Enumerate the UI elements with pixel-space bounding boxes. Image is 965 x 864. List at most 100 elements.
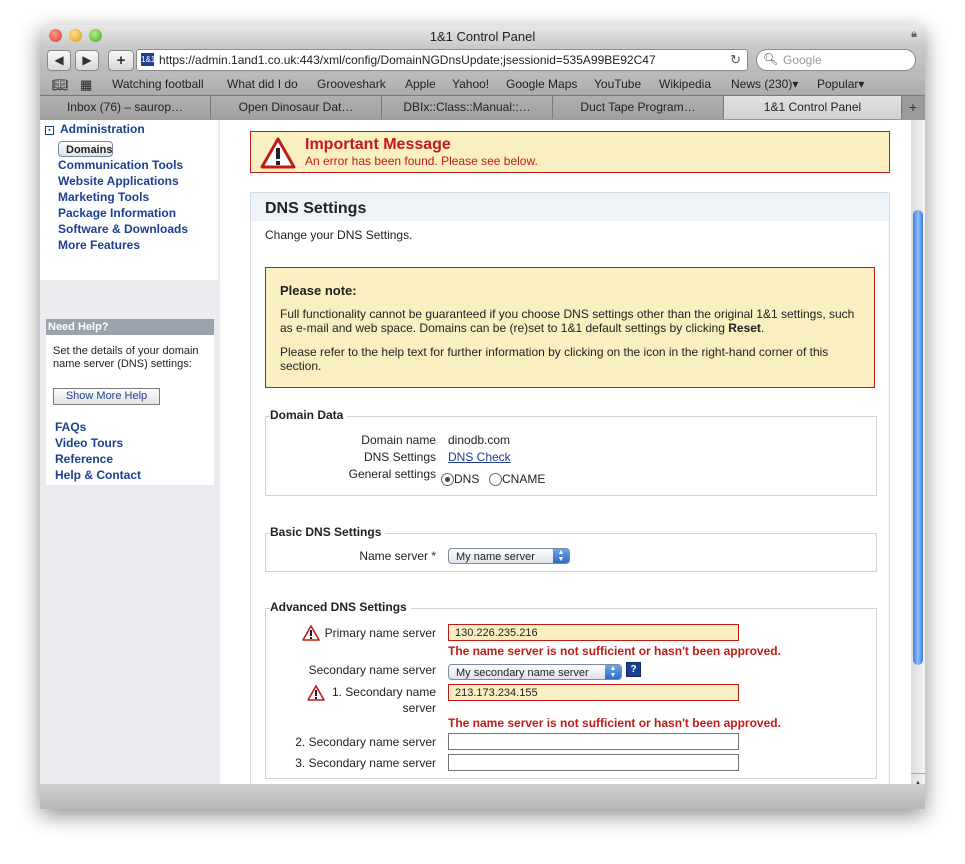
secondary-ns-1-input[interactable]: 213.173.234.155 [448,684,739,701]
admin-label: Administration [60,122,145,136]
bookmark-item[interactable]: Watching football [112,77,204,91]
important-title: Important Message [305,136,451,153]
help-link-help-contact[interactable]: Help & Contact [55,467,141,483]
browser-toolbar: ◀ ▶ + 1&1 https://admin.1and1.co.uk:443/… [40,47,925,73]
search-field[interactable]: 🔍︎ Google [756,49,916,71]
sidebar-item-software-downloads[interactable]: Software & Downloads [58,221,188,237]
site-favicon: 1&1 [141,53,156,66]
sidebar-item-more-features[interactable]: More Features [58,237,188,253]
browser-window: 1&1 Control Panel 🔒︎ ◀ ▶ + 1&1 https://a… [40,25,925,809]
domain-data-section: Domain Data Domain name dinodb.com DNS S… [265,408,877,496]
name-server-label: Name server * [359,549,436,563]
help-icon[interactable]: ? [626,662,641,677]
tab-control-panel[interactable]: 1&1 Control Panel [724,96,902,119]
bookmark-item[interactable]: Apple [405,77,436,91]
grid-icon[interactable]: ▦ [80,77,92,93]
note-text: Full functionality cannot be guaranteed … [280,307,855,335]
name-server-value: My name server [456,551,535,563]
section-title: Basic DNS Settings [270,525,386,539]
url-text: https://admin.1and1.co.uk:443/xml/config… [159,53,656,67]
primary-ns-error: The name server is not sufficient or has… [448,644,781,658]
tab-inbox[interactable]: Inbox (76) – saurop… [40,96,211,119]
admin-link[interactable]: ▪ Administration [45,122,145,136]
dns-radio[interactable] [441,473,454,486]
bookmark-item[interactable]: YouTube [594,77,641,91]
help-link-faqs[interactable]: FAQs [55,419,141,435]
secondary-ns-3-input[interactable] [448,754,739,771]
show-more-help-button[interactable]: Show More Help [53,388,160,405]
tab-dbix-class[interactable]: DBIx::Class::Manual::… [382,96,553,119]
sidebar-item-package-information[interactable]: Package Information [58,205,188,221]
help-links: FAQs Video Tours Reference Help & Contac… [55,419,141,483]
open-book-icon[interactable]: 📖︎ [52,77,69,93]
dns-radio-label: DNS [454,472,480,486]
sidebar-item-website-applications[interactable]: Website Applications [58,173,188,189]
domain-name-value: dinodb.com [448,433,511,447]
help-link-reference[interactable]: Reference [55,451,141,467]
search-placeholder: Google [783,53,822,67]
sidebar-item-domains[interactable]: Domains [58,141,114,157]
primary-ns-label: Primary name server [324,626,436,640]
cname-radio-label: CNAME [502,472,546,486]
bookmark-item[interactable]: Yahoo! [452,77,489,91]
dropdown-arrows-icon: ▲ ▼ [605,665,621,679]
tab-bar: Inbox (76) – saurop… Open Dinosaur Dat… … [40,95,925,120]
name-server-select[interactable]: My name server ▲ ▼ [448,548,570,564]
sidebar-item-marketing-tools[interactable]: Marketing Tools [58,189,188,205]
bookmarks-bar: 📖︎ ▦ Watching football What did I do Gro… [40,73,925,95]
domain-name-label: Domain name [361,433,436,447]
secondary-ns-2-input[interactable] [448,733,739,750]
secondary-ns-value: My secondary name server [456,667,589,679]
secondary-ns-1-label-cont: server [402,701,436,715]
forward-button[interactable]: ▶ [75,50,99,71]
sidebar-item-communication-tools[interactable]: Communication Tools [58,157,188,173]
note-paragraph-help: Please refer to the help text for furthe… [280,345,829,373]
secondary-ns-label: Secondary name server [308,663,436,677]
title-bar: 1&1 Control Panel 🔒︎ [40,25,925,47]
cname-radio[interactable] [489,473,502,486]
page-content: ▪ Administration Domains E-mail Communica… [40,120,911,809]
reload-icon[interactable]: ↻ [730,52,741,68]
section-title: Domain Data [270,408,348,422]
note-paragraph: Full functionality cannot be guaranteed … [280,307,860,335]
note-title: Please note: [280,283,357,298]
bookmark-item[interactable]: Grooveshark [317,77,386,91]
url-bar[interactable]: 1&1 https://admin.1and1.co.uk:443/xml/co… [136,49,748,71]
page-title: DNS Settings [265,200,367,217]
bookmark-item[interactable]: Wikipedia [659,77,711,91]
bookmark-item[interactable]: Google Maps [506,77,577,91]
vertical-scrollbar[interactable]: ▲ ▼ [911,120,925,809]
status-bar [40,784,925,809]
expand-icon: ▪ [45,126,54,135]
note-reset-word: Reset [728,321,761,335]
secondary-ns-select[interactable]: My secondary name server ▲ ▼ [448,664,622,680]
sidebar-nav: ▪ Administration Domains E-mail Communica… [40,120,218,280]
tab-open-dinosaur[interactable]: Open Dinosaur Dat… [211,96,382,119]
primary-ns-input[interactable]: 130.226.235.216 [448,624,739,641]
dns-settings-panel: DNS Settings Change your DNS Settings. P… [250,192,890,809]
add-bookmark-button[interactable]: + [108,50,134,71]
section-title: Advanced DNS Settings [270,600,411,614]
search-icon: 🔍︎ [763,52,779,66]
tab-duct-tape[interactable]: Duct Tape Program… [553,96,724,119]
secondary-ns-1-label: 1. Secondary name [331,685,436,699]
important-message: Important Message An error has been foun… [250,131,890,173]
scrollbar-thumb[interactable] [913,210,923,665]
please-note-box: Please note: Full functionality cannot b… [265,267,875,388]
dns-check-link[interactable]: DNS Check [448,450,511,464]
bookmark-item[interactable]: Popular▾ [817,77,864,91]
bookmark-item[interactable]: News (230)▾ [731,77,798,91]
window-title: 1&1 Control Panel [429,29,536,44]
new-tab-button[interactable]: + [901,96,925,119]
dns-header: DNS Settings [251,193,889,221]
help-link-video-tours[interactable]: Video Tours [55,435,141,451]
secondary-ns-3-label: 3. Secondary name server [295,756,436,770]
secondary-ns-2-label: 2. Secondary name server [295,735,436,749]
general-settings-label: General settings [348,467,436,481]
dns-description: Change your DNS Settings. [265,228,413,242]
lock-icon: 🔒︎ [911,28,917,40]
back-button[interactable]: ◀ [47,50,71,71]
bookmark-item[interactable]: What did I do [227,77,298,91]
sidebar: ▪ Administration Domains E-mail Communica… [40,120,220,809]
dns-settings-label: DNS Settings [363,450,436,464]
